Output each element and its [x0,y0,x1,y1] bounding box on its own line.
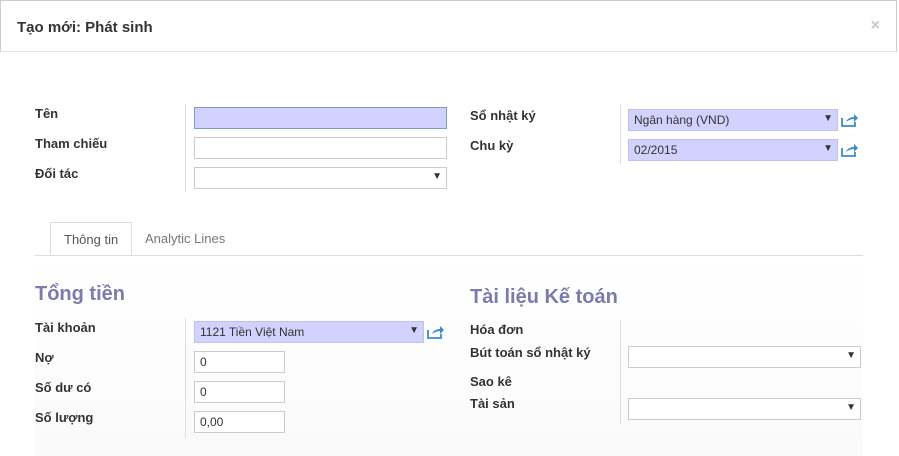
asset-label: Tài sản [470,396,515,411]
external-link-icon[interactable] [841,143,859,157]
dialog-header: Tạo mới: Phát sinh × [0,0,897,52]
amounts-title: Tổng tiền [35,283,125,305]
reference-input[interactable] [194,137,447,159]
tab-analytic-lines[interactable]: Analytic Lines [132,222,238,255]
partner-label: Đối tác [35,166,79,181]
chevron-down-icon: ▼ [823,113,833,124]
journal-select[interactable]: Ngân hàng (VND) ▼ [628,109,838,131]
statement-label: Sao kê [470,374,512,389]
asset-select[interactable]: ▼ [628,398,861,420]
chevron-down-icon: ▼ [823,143,833,154]
dialog-title: Tạo mới: Phát sinh [17,19,153,36]
account-label: Tài khoản [35,320,96,335]
period-value: 02/2015 [634,143,678,157]
quantity-label: Số lượng [35,410,94,425]
close-icon[interactable]: × [871,17,880,35]
journal-entry-label: Bút toán sổ nhật ký [470,345,591,360]
chevron-down-icon: ▼ [409,325,419,336]
divider [620,320,621,424]
journal-entry-select[interactable]: ▼ [628,346,861,368]
chevron-down-icon: ▼ [846,350,856,361]
name-label: Tên [35,106,59,121]
debit-input[interactable] [194,351,285,373]
divider [620,104,621,164]
partner-select[interactable]: ▼ [194,167,447,189]
divider [185,318,186,438]
tab-info[interactable]: Thông tin [50,222,133,255]
divider [185,104,186,192]
account-select[interactable]: 1121 Tiền Việt Nam ▼ [194,321,424,343]
journal-label: Sổ nhật ký [470,108,536,123]
chevron-down-icon: ▼ [432,171,442,182]
tab-bar: Thông tin Analytic Lines [35,222,863,256]
account-value: 1121 Tiền Việt Nam [200,325,305,339]
external-link-icon[interactable] [427,325,445,339]
period-select[interactable]: 02/2015 ▼ [628,139,838,161]
credit-label: Số dư có [35,380,92,395]
name-input[interactable] [194,107,447,129]
debit-label: Nợ [35,350,54,365]
invoice-label: Hóa đơn [470,322,524,337]
credit-input[interactable] [194,381,285,403]
journal-value: Ngân hàng (VND) [634,113,730,127]
accounting-docs-title: Tài liệu Kế toán [470,286,618,308]
quantity-input[interactable] [194,411,285,433]
external-link-icon[interactable] [841,113,859,127]
chevron-down-icon: ▼ [846,402,856,413]
period-label: Chu kỳ [470,138,514,153]
reference-label: Tham chiếu [35,136,108,151]
